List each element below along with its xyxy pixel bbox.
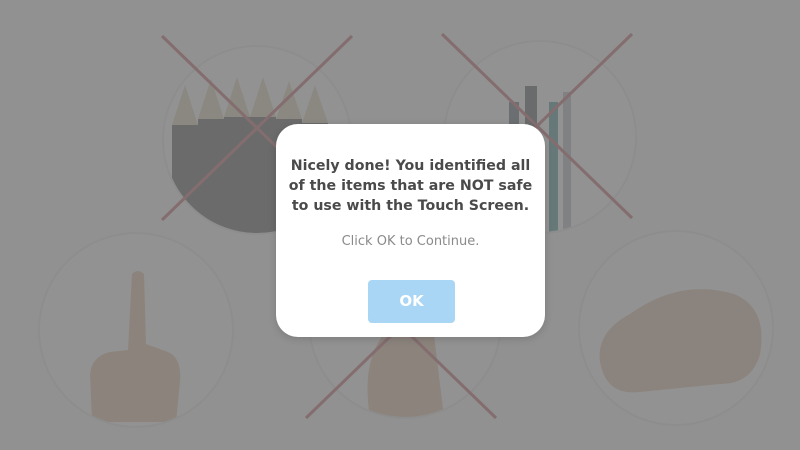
feedback-dialog: Nicely done! You identified all of the i… — [276, 124, 545, 337]
ok-button[interactable]: OK — [368, 280, 455, 323]
dialog-message: Nicely done! You identified all of the i… — [288, 158, 533, 214]
dialog-instruction: Click OK to Continue. — [341, 234, 480, 249]
